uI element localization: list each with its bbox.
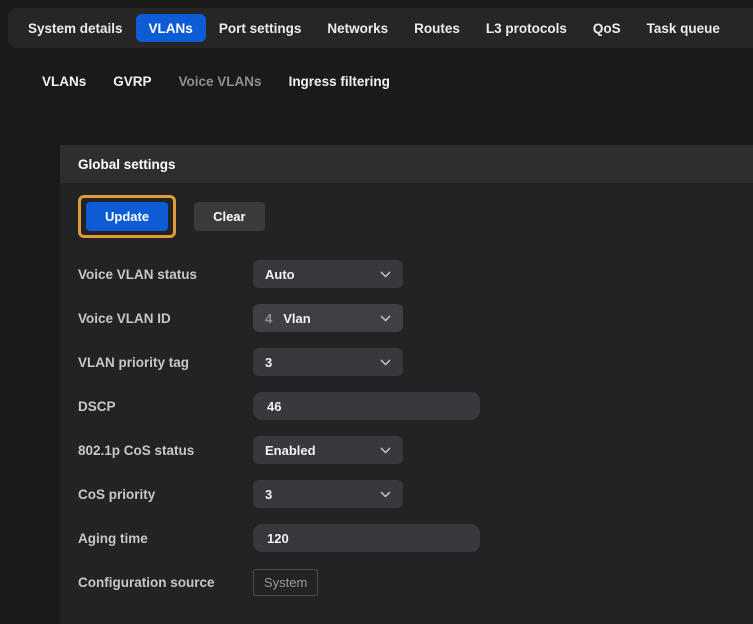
form-row-configuration-source: Configuration source System (78, 560, 742, 604)
sub-nav: VLANs GVRP Voice VLANs Ingress filtering (42, 74, 753, 89)
form-row-dscp: DSCP (78, 384, 742, 428)
update-button[interactable]: Update (86, 202, 168, 231)
field-label: Aging time (78, 531, 253, 546)
form-row-aging-time: Aging time (78, 516, 742, 560)
form-row-voice-vlan-status: Voice VLAN status Auto (78, 252, 742, 296)
tab-port-settings[interactable]: Port settings (206, 14, 315, 42)
chevron-down-icon (380, 315, 391, 322)
cos-priority-select[interactable]: 3 (253, 480, 403, 508)
update-highlight-box: Update (78, 195, 176, 238)
field-label: Voice VLAN ID (78, 311, 253, 326)
tab-networks[interactable]: Networks (314, 14, 401, 42)
subtab-gvrp[interactable]: GVRP (113, 74, 151, 89)
aging-time-input[interactable] (253, 524, 480, 552)
field-label: DSCP (78, 399, 253, 414)
tab-task-queue[interactable]: Task queue (634, 14, 733, 42)
dscp-input[interactable] (253, 392, 480, 420)
field-label: Configuration source (78, 575, 253, 590)
configuration-source-value: System (253, 569, 318, 596)
subtab-ingress-filtering[interactable]: Ingress filtering (289, 74, 390, 89)
select-value: 3 (265, 355, 272, 370)
top-nav: System details VLANs Port settings Netwo… (8, 8, 753, 48)
global-settings-form: Voice VLAN status Auto Voice VLAN ID 4 V… (78, 252, 742, 604)
chevron-down-icon (380, 491, 391, 498)
select-value: Vlan (283, 311, 310, 326)
field-label: 802.1p CoS status (78, 443, 253, 458)
clear-button[interactable]: Clear (194, 202, 265, 231)
card-body: Update Clear Voice VLAN status Auto Voic… (60, 183, 753, 624)
cos-status-select[interactable]: Enabled (253, 436, 403, 464)
select-value: Enabled (265, 443, 316, 458)
field-label: VLAN priority tag (78, 355, 253, 370)
global-settings-card: Global settings Update Clear Voice VLAN … (60, 145, 753, 624)
chevron-down-icon (380, 359, 391, 366)
form-row-voice-vlan-id: Voice VLAN ID 4 Vlan (78, 296, 742, 340)
subtab-vlans[interactable]: VLANs (42, 74, 86, 89)
tab-l3-protocols[interactable]: L3 protocols (473, 14, 580, 42)
subtab-voice-vlans[interactable]: Voice VLANs (179, 74, 262, 89)
form-row-cos-priority: CoS priority 3 (78, 472, 742, 516)
field-label: CoS priority (78, 487, 253, 502)
select-value: 3 (265, 487, 272, 502)
voice-vlan-id-select[interactable]: 4 Vlan (253, 304, 403, 332)
chevron-down-icon (380, 447, 391, 454)
chevron-down-icon (380, 271, 391, 278)
vlan-priority-tag-select[interactable]: 3 (253, 348, 403, 376)
tab-vlans[interactable]: VLANs (136, 14, 206, 42)
select-value: Auto (265, 267, 295, 282)
select-prefix: 4 (265, 311, 272, 326)
form-row-vlan-priority-tag: VLAN priority tag 3 (78, 340, 742, 384)
field-label: Voice VLAN status (78, 267, 253, 282)
button-row: Update Clear (78, 195, 742, 238)
voice-vlans-page: System details VLANs Port settings Netwo… (0, 8, 753, 624)
tab-routes[interactable]: Routes (401, 14, 473, 42)
voice-vlan-status-select[interactable]: Auto (253, 260, 403, 288)
tab-system-details[interactable]: System details (15, 14, 136, 42)
tab-qos[interactable]: QoS (580, 14, 634, 42)
card-title: Global settings (60, 145, 753, 183)
form-row-cos-status: 802.1p CoS status Enabled (78, 428, 742, 472)
